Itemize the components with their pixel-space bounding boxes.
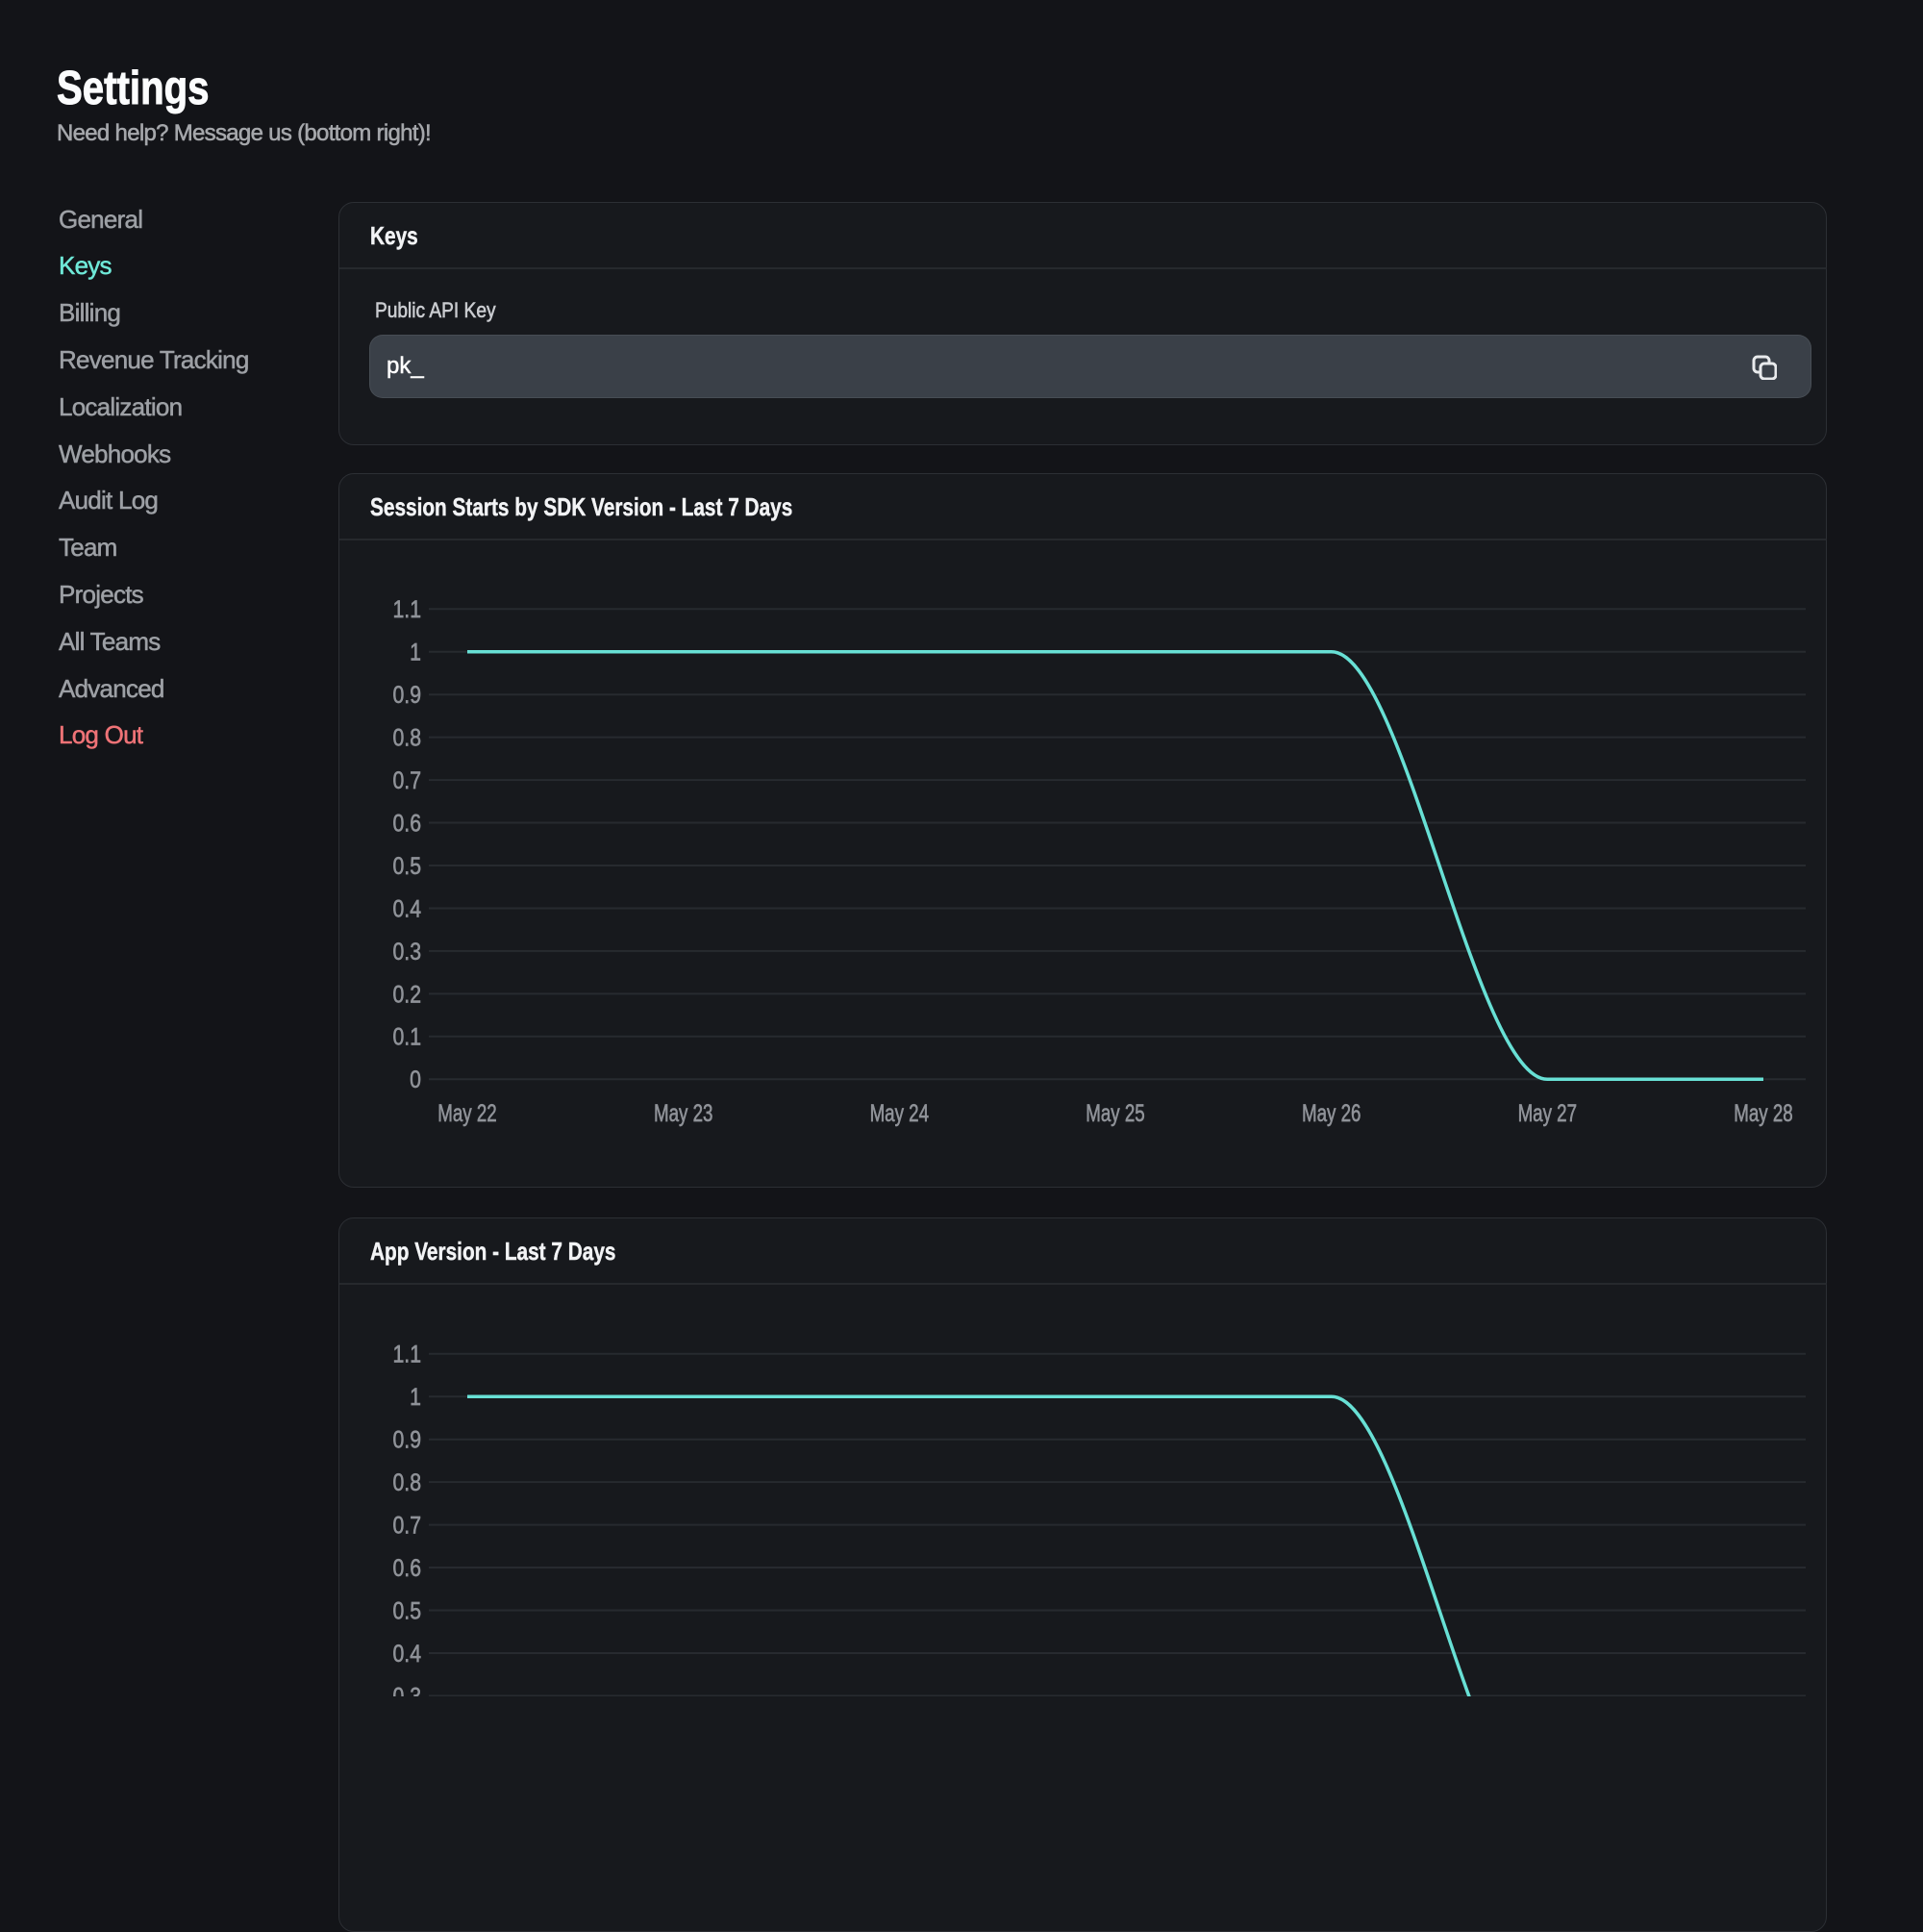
- svg-text:0.1: 0.1: [392, 1023, 421, 1050]
- svg-text:1.1: 1.1: [392, 1341, 421, 1367]
- svg-text:0.5: 0.5: [392, 852, 421, 879]
- svg-text:0.7: 0.7: [392, 1512, 421, 1539]
- svg-text:0.6: 0.6: [392, 810, 421, 837]
- svg-text:0.4: 0.4: [392, 895, 421, 922]
- svg-text:0.4: 0.4: [392, 1640, 421, 1667]
- svg-text:0.9: 0.9: [392, 1426, 421, 1453]
- svg-text:0.7: 0.7: [392, 766, 421, 793]
- svg-text:0.8: 0.8: [392, 1468, 421, 1495]
- svg-text:1: 1: [410, 639, 421, 665]
- svg-text:May 27: May 27: [1518, 1099, 1577, 1126]
- svg-text:May 22: May 22: [437, 1099, 496, 1126]
- svg-text:May 25: May 25: [1086, 1099, 1144, 1126]
- svg-text:0.6: 0.6: [392, 1554, 421, 1581]
- svg-text:0.8: 0.8: [392, 724, 421, 751]
- svg-text:0: 0: [410, 1066, 421, 1093]
- svg-text:1.1: 1.1: [392, 595, 421, 622]
- svg-text:May 24: May 24: [870, 1099, 929, 1126]
- svg-text:1: 1: [410, 1383, 421, 1410]
- svg-text:0.3: 0.3: [392, 1683, 421, 1696]
- svg-text:May 23: May 23: [654, 1099, 712, 1126]
- svg-text:0.9: 0.9: [392, 681, 421, 708]
- svg-text:May 26: May 26: [1302, 1099, 1361, 1126]
- svg-text:0.3: 0.3: [392, 938, 421, 965]
- svg-text:May 28: May 28: [1734, 1099, 1792, 1126]
- svg-text:0.5: 0.5: [392, 1597, 421, 1624]
- svg-text:0.2: 0.2: [392, 981, 421, 1008]
